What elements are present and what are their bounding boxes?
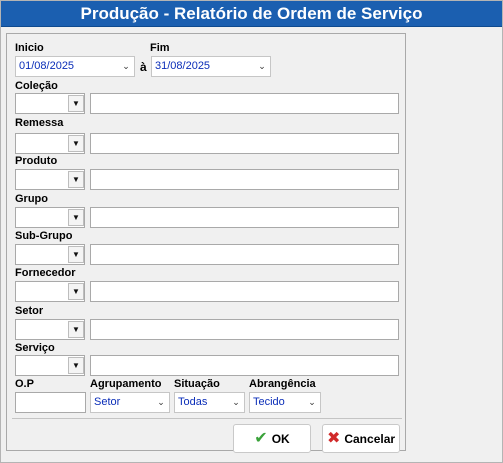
end-date-picker[interactable]: 31/08/2025 ⌄ <box>151 56 271 77</box>
filter-input-sub-grupo[interactable] <box>90 244 399 265</box>
chevron-down-icon[interactable]: ⌄ <box>307 393 317 412</box>
filter-input-remessa[interactable] <box>90 133 399 154</box>
filter-label-colecao: Coleção <box>15 80 58 92</box>
filter-combo-remessa[interactable]: ▼ <box>15 133 85 154</box>
start-date-picker[interactable]: 01/08/2025 ⌄ <box>15 56 135 77</box>
start-date-value: 01/08/2025 <box>19 60 75 72</box>
period-separator: à <box>140 60 147 74</box>
end-date-value: 31/08/2025 <box>155 60 211 72</box>
filter-input-grupo[interactable] <box>90 207 399 228</box>
agrupamento-value: Setor <box>94 396 121 408</box>
filter-input-setor[interactable] <box>90 319 399 340</box>
op-input[interactable] <box>15 392 86 413</box>
filter-input-servico[interactable] <box>90 355 399 376</box>
abrangencia-value: Tecido <box>253 396 285 408</box>
situacao-label: Situação <box>174 378 220 390</box>
filter-combo-colecao[interactable]: ▼ <box>15 93 85 114</box>
end-date-label: Fim <box>150 42 170 54</box>
abrangencia-select[interactable]: Tecido ⌄ <box>249 392 321 413</box>
chevron-down-icon[interactable]: ▼ <box>68 171 84 188</box>
cancel-button[interactable]: ✖ Cancelar <box>322 424 400 453</box>
situacao-value: Todas <box>178 396 208 408</box>
cancel-button-label: Cancelar <box>344 431 396 446</box>
ok-button[interactable]: ✔ OK <box>233 424 311 453</box>
chevron-down-icon[interactable]: ▼ <box>68 209 84 226</box>
filter-label-sub-grupo: Sub-Grupo <box>15 230 73 242</box>
chevron-down-icon[interactable]: ▼ <box>68 283 84 300</box>
check-icon: ✔ <box>254 429 268 447</box>
filter-input-fornecedor[interactable] <box>90 281 399 302</box>
chevron-down-icon[interactable]: ⌄ <box>121 57 131 76</box>
filter-label-grupo: Grupo <box>15 193 48 205</box>
filter-input-colecao[interactable] <box>90 93 399 114</box>
window-title: Produção - Relatório de Ordem de Serviço <box>1 1 502 27</box>
chevron-down-icon[interactable]: ⌄ <box>156 393 166 412</box>
ok-button-label: OK <box>271 431 290 446</box>
abrangencia-label: Abrangência <box>249 378 316 390</box>
chevron-down-icon[interactable]: ⌄ <box>257 57 267 76</box>
filter-label-setor: Setor <box>15 305 44 317</box>
filter-label-fornecedor: Fornecedor <box>15 267 76 279</box>
filter-label-servico: Serviço <box>15 342 55 354</box>
agrupamento-label: Agrupamento <box>90 378 162 390</box>
filter-combo-fornecedor[interactable]: ▼ <box>15 281 85 302</box>
op-label: O.P <box>15 378 34 390</box>
divider <box>12 418 402 419</box>
chevron-down-icon[interactable]: ▼ <box>68 135 84 152</box>
filter-combo-setor[interactable]: ▼ <box>15 319 85 340</box>
filter-combo-sub-grupo[interactable]: ▼ <box>15 244 85 265</box>
filter-combo-servico[interactable]: ▼ <box>15 355 85 376</box>
filter-combo-grupo[interactable]: ▼ <box>15 207 85 228</box>
filters-panel: Inicio 01/08/2025 ⌄ à Fim 31/08/2025 ⌄ C… <box>6 33 406 453</box>
agrupamento-select[interactable]: Setor ⌄ <box>90 392 170 413</box>
situacao-select[interactable]: Todas ⌄ <box>174 392 245 413</box>
chevron-down-icon[interactable]: ▼ <box>68 246 84 263</box>
filter-label-remessa: Remessa <box>15 117 64 129</box>
chevron-down-icon[interactable]: ▼ <box>68 321 84 338</box>
close-icon: ✖ <box>326 429 341 447</box>
filter-combo-produto[interactable]: ▼ <box>15 169 85 190</box>
report-window: Produção - Relatório de Ordem de Serviço… <box>0 0 503 463</box>
chevron-down-icon[interactable]: ⌄ <box>231 393 241 412</box>
filter-input-produto[interactable] <box>90 169 399 190</box>
chevron-down-icon[interactable]: ▼ <box>68 357 84 374</box>
start-date-label: Inicio <box>15 42 44 54</box>
filter-label-produto: Produto <box>15 155 58 167</box>
chevron-down-icon[interactable]: ▼ <box>68 95 84 112</box>
